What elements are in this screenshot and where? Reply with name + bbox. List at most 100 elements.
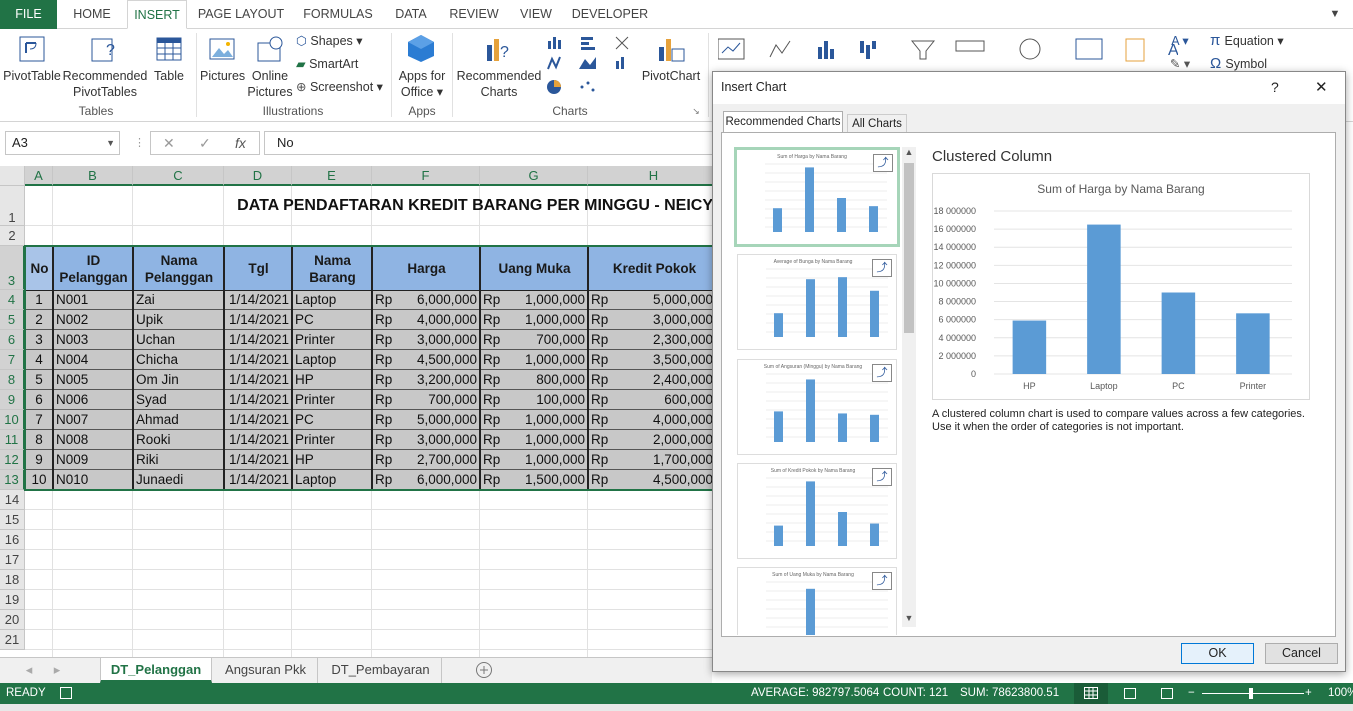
tab-developer[interactable]: DEVELOPER [568,0,652,29]
tab-data[interactable]: DATA [386,0,436,29]
help-icon[interactable]: ? [1271,79,1279,95]
tab-home[interactable]: HOME [62,0,122,29]
name-box[interactable]: A3 ▼ [5,131,120,155]
add-sheet-button[interactable] [474,658,494,683]
tab-recommended-charts[interactable]: Recommended Charts [723,111,843,133]
scroll-down-icon[interactable]: ▼ [902,613,916,623]
ok-button[interactable]: OK [1181,643,1254,664]
row-header-4[interactable]: 4 [0,290,25,310]
row-header-11[interactable]: 11 [0,430,25,450]
row-header-7[interactable]: 7 [0,350,25,370]
equation-button[interactable]: π Equation ▾ [1210,33,1310,49]
row-header-3[interactable]: 3 [0,246,25,290]
page-break-view-icon[interactable] [1161,688,1173,699]
symbol-button[interactable]: Ω Symbol [1210,56,1310,72]
pivotchart-button[interactable]: PivotChart [640,68,702,84]
column-header-a[interactable]: A [25,166,53,186]
signature-line-icon[interactable]: ✎ ▾ [1165,56,1195,72]
zoom-out-icon[interactable]: − [1188,683,1195,704]
zoom-slider[interactable] [1202,693,1304,694]
row-header-2[interactable]: 2 [0,226,25,246]
row-header-21[interactable]: 21 [0,630,25,650]
page-layout-view-icon[interactable] [1124,688,1136,699]
scroll-up-icon[interactable]: ▲ [902,147,916,157]
row-header-18[interactable]: 18 [0,570,25,590]
zoom-in-icon[interactable]: + [1305,683,1312,704]
enter-icon[interactable]: ✓ [199,132,211,154]
tab-formulas[interactable]: FORMULAS [298,0,378,29]
row-header-19[interactable]: 19 [0,590,25,610]
tab-insert[interactable]: INSERT [127,0,187,29]
zoom-level[interactable]: 100% [1328,683,1353,704]
row-header-5[interactable]: 5 [0,310,25,330]
column-header-h[interactable]: H [588,166,712,186]
column-header-d[interactable]: D [224,166,292,186]
pictures-button[interactable]: Pictures [200,68,245,84]
chart-thumbnail[interactable]: Sum of Angsuran (Minggu) by Nama Barang ⤴ [737,359,897,455]
column-header-b[interactable]: B [53,166,133,186]
normal-view-icon[interactable] [1074,683,1108,704]
pivottable-button[interactable]: PivotTable [3,68,61,84]
row-header-14[interactable]: 14 [0,490,25,510]
screenshot-button[interactable]: ⊕ Screenshot ▾ [296,79,386,95]
row-header-16[interactable]: 16 [0,530,25,550]
cancel-icon[interactable]: ✕ [163,132,175,154]
sheet-tab-dt-pembayaran[interactable]: DT_Pembayaran [320,658,442,683]
recommended-chart-list[interactable]: Sum of Harga by Nama Barang ⤴ Average of B… [722,133,912,635]
formula-bar-splitter-icon[interactable]: ⋮ [134,136,145,149]
column-header-e[interactable]: E [292,166,372,186]
tab-view[interactable]: VIEW [512,0,560,29]
recommended-charts-button[interactable]: Recommended Charts [456,68,542,100]
macro-record-icon[interactable] [60,687,72,699]
scrollbar-thumb[interactable] [904,163,914,333]
wordart-icon[interactable]: A ▾ [1165,33,1195,49]
table-button[interactable]: Table [150,68,188,84]
dialog-launcher-icon[interactable]: ↘ [690,103,702,119]
sheet-tab-angsuran-pkk[interactable]: Angsuran Pkk [214,658,318,683]
row-header-1[interactable]: 1 [0,186,25,226]
row-header-13[interactable]: 13 [0,470,25,490]
y-tick-label: 16 000000 [933,224,976,234]
row-header-17[interactable]: 17 [0,550,25,570]
sheet-tab-dt-pelanggan[interactable]: DT_Pelanggan [100,658,212,683]
thumb-scrollbar[interactable]: ▲ ▼ [902,147,916,627]
online-pictures-button[interactable]: Online Pictures [246,68,294,100]
row-header-8[interactable]: 8 [0,370,25,390]
formula-input[interactable]: No [264,131,714,155]
chart-thumbnail[interactable]: Average of Bunga by Nama Barang ⤴ [737,254,897,350]
row-header-20[interactable]: 20 [0,610,25,630]
row-header-6[interactable]: 6 [0,330,25,350]
sheet-title[interactable]: DATA PENDAFTARAN KREDIT BARANG PER MINGG… [25,196,712,216]
chevron-down-icon[interactable]: ▼ [106,132,115,154]
row-header-12[interactable]: 12 [0,450,25,470]
column-header-f[interactable]: F [372,166,480,186]
apps-for-office-button[interactable]: Apps for Office ▾ [394,68,450,100]
tab-all-charts[interactable]: All Charts [847,114,907,133]
row-header-10[interactable]: 10 [0,410,25,430]
column-header-g[interactable]: G [480,166,588,186]
ribbon-options-icon[interactable]: ▼ [1325,0,1345,29]
tab-file[interactable]: FILE [0,0,57,29]
smartart-button[interactable]: ▰ SmartArt [296,56,366,72]
shapes-button[interactable]: ⬡ Shapes ▾ [296,33,366,49]
tab-review[interactable]: REVIEW [444,0,504,29]
scroll-right-icon[interactable]: ▸ [50,658,64,683]
cancel-button[interactable]: Cancel [1265,643,1338,664]
insert-function-icon[interactable]: fx [235,132,246,154]
chart-thumbnail[interactable]: Sum of Uang Muka by Nama Barang ⤴ [737,567,897,635]
status-count[interactable]: COUNT: 121 [883,683,948,704]
chart-thumbnail[interactable]: Sum of Kredit Pokok by Nama Barang ⤴ [737,463,897,559]
scroll-left-icon[interactable]: ◂ [22,658,36,683]
status-sum[interactable]: SUM: 78623800.51 [960,683,1059,704]
recommended-pivottables-button[interactable]: Recommended PivotTables [62,68,148,100]
tab-page-layout[interactable]: PAGE LAYOUT [192,0,290,29]
chart-thumbnail[interactable]: Sum of Harga by Nama Barang ⤴ [734,147,900,247]
close-icon[interactable]: ✕ [1315,78,1328,96]
row-header-15[interactable]: 15 [0,510,25,530]
row-header-9[interactable]: 9 [0,390,25,410]
column-header-c[interactable]: C [133,166,224,186]
zoom-slider-handle[interactable] [1249,688,1253,699]
select-all-corner[interactable] [0,166,25,186]
status-average[interactable]: AVERAGE: 982797.5064 [751,683,879,704]
worksheet-grid[interactable]: ABCDEFGH 1 2 3 4 5 6 7 8 9 10 11 12 13 14 15 16 17 18 19 20… [0,166,712,657]
